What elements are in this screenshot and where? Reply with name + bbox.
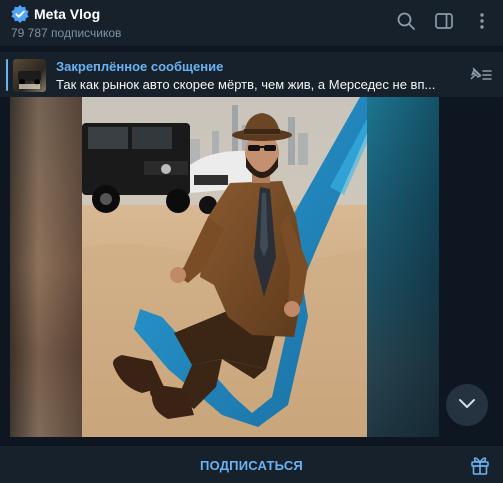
channel-title-row: Meta Vlog [10,4,121,24]
pin-list-icon[interactable] [467,64,493,86]
scroll-down-button[interactable] [446,384,488,426]
search-icon[interactable] [395,10,417,32]
channel-title: Meta Vlog [34,6,101,22]
header-actions [395,10,493,32]
subscriber-count: 79 787 подписчиков [11,26,122,40]
channel-info[interactable]: Meta Vlog 79 787 подписчиков [10,4,121,40]
chat-header[interactable]: Meta Vlog 79 787 подписчиков [0,0,503,46]
verified-badge-icon [10,4,30,24]
media-message[interactable] [10,97,439,437]
more-vertical-icon[interactable] [471,10,493,32]
media-blur-left [10,97,82,437]
pinned-title: Закреплённое сообщение [56,59,224,74]
telegram-channel-window: Meta Vlog 79 787 подписчиков Закреплённо… [0,0,503,483]
pinned-thumbnail [13,59,46,92]
chevron-down-icon [457,396,477,415]
pinned-text: Так как рынок авто скорее мёртв, чем жив… [56,77,436,92]
photo-image[interactable] [82,97,368,437]
sidebar-toggle-icon[interactable] [433,10,455,32]
pinned-accent-line [6,59,8,91]
bottom-bar: ПОДПИСАТЬСЯ [0,445,503,483]
gift-icon[interactable] [469,454,491,476]
media-blur-right [367,97,439,437]
pinned-message-bar[interactable]: Закреплённое сообщение Так как рынок авт… [0,51,503,97]
subscribe-button[interactable]: ПОДПИСАТЬСЯ [0,446,503,483]
